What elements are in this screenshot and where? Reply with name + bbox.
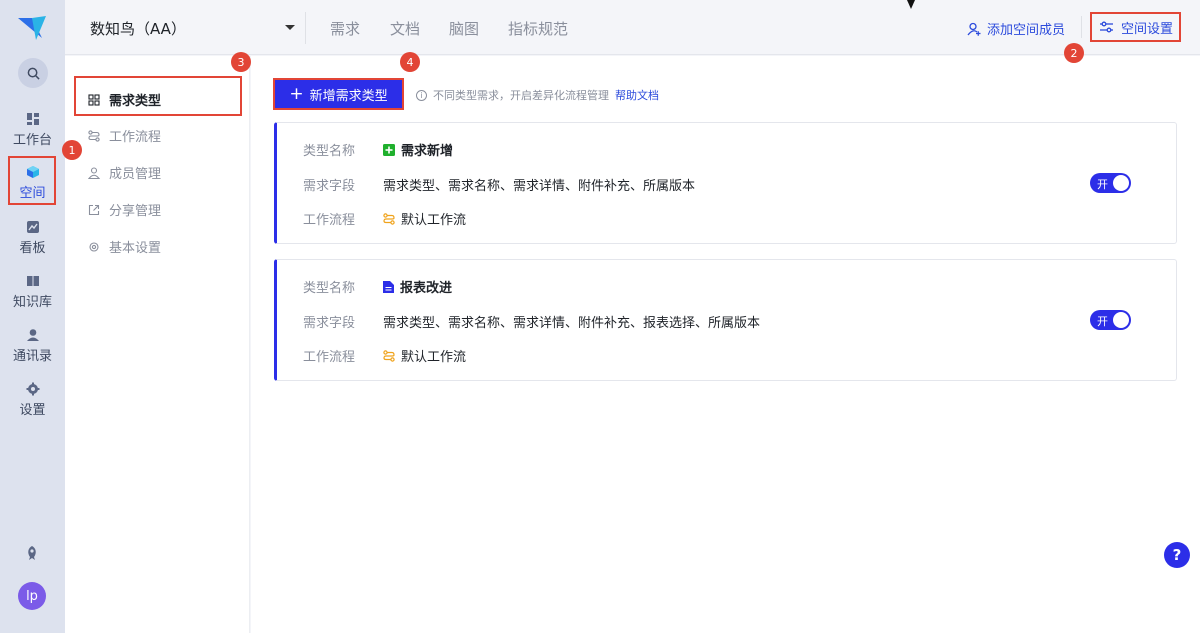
plus-icon: +	[289, 83, 304, 104]
search-icon	[27, 67, 40, 80]
annotation-badge: 2	[1064, 43, 1084, 63]
enable-toggle[interactable]: 开	[1090, 173, 1131, 193]
rail-item-label: 工作台	[12, 133, 52, 148]
menu-item-members[interactable]: 成员管理	[88, 163, 161, 182]
workflow-icon	[383, 212, 395, 225]
type-name-text: 需求新增	[401, 144, 454, 159]
space-settings-label: 空间设置	[1121, 21, 1174, 37]
toggle-knob	[1113, 312, 1129, 328]
enable-toggle[interactable]: 开	[1090, 310, 1131, 330]
top-bar: 数知鸟（AA） 需求 文档 脑图 指标规范 添加空间成员 空间设置	[65, 0, 1200, 55]
new-button-label: 新增需求类型	[309, 88, 388, 104]
user-icon	[88, 166, 100, 179]
field-label: 工作流程	[303, 213, 356, 228]
field-label: 工作流程	[303, 350, 356, 365]
grid-icon	[88, 93, 100, 106]
hint-label: 不同类型需求，开启差异化流程管理	[433, 89, 609, 102]
gear-icon	[26, 382, 39, 396]
info-icon: i	[416, 89, 427, 101]
chart-icon	[26, 221, 39, 233]
menu-item-requirement-types[interactable]: 需求类型	[88, 90, 161, 109]
workflow-text: 默认工作流	[401, 213, 467, 228]
field-label: 需求字段	[303, 316, 356, 331]
plus-square-icon	[383, 143, 395, 156]
rail-item-workbench[interactable]: 工作台	[0, 112, 65, 148]
annotation-badge: 3	[231, 52, 251, 72]
document-icon	[383, 280, 394, 293]
tab-mindmap[interactable]: 脑图	[449, 18, 479, 39]
space-selector[interactable]: 数知鸟（AA）	[90, 18, 186, 39]
space-settings-button[interactable]: 空间设置	[1090, 12, 1181, 42]
tab-docs[interactable]: 文档	[390, 18, 420, 39]
toggle-label: 开	[1097, 178, 1108, 191]
type-name: 报表改进	[383, 277, 452, 296]
help-button[interactable]: ?	[1164, 542, 1190, 568]
requirement-type-card[interactable]: 类型名称 需求新增 需求字段 需求类型、需求名称、需求详情、附件补充、所属版本 …	[274, 122, 1177, 244]
workflow-value: 默认工作流	[383, 209, 466, 228]
main-content: + 新增需求类型 i 不同类型需求，开启差异化流程管理 帮助文档 类型名称 需求…	[251, 56, 1200, 633]
toggle-knob	[1113, 175, 1129, 191]
rail-item-label: 知识库	[12, 295, 52, 310]
rail-item-label: 通讯录	[12, 349, 52, 364]
menu-item-basic-settings[interactable]: 基本设置	[88, 237, 161, 256]
caret-down-icon[interactable]	[285, 25, 295, 30]
requirement-fields: 需求类型、需求名称、需求详情、附件补充、所属版本	[383, 179, 696, 194]
mouse-cursor-icon	[907, 0, 915, 9]
type-name-text: 报表改进	[400, 281, 453, 296]
logo-icon	[18, 16, 46, 40]
rail-item-settings[interactable]: 设置	[0, 382, 65, 418]
rail-item-contacts[interactable]: 通讯录	[0, 328, 65, 364]
tab-requirements[interactable]: 需求	[330, 18, 360, 39]
new-requirement-type-button[interactable]: + 新增需求类型	[273, 78, 404, 110]
divider	[305, 12, 306, 44]
gear-icon	[89, 241, 99, 252]
search-button[interactable]	[18, 58, 48, 88]
settings-menu: 需求类型 工作流程 成员管理 分享管理 基本设置	[65, 56, 250, 633]
left-rail: 工作台 空间 看板 知识库 通讯录 设置 lp	[0, 0, 65, 633]
divider	[1081, 16, 1082, 38]
menu-item-label: 需求类型	[109, 94, 162, 109]
add-member-button[interactable]: 添加空间成员	[967, 19, 1065, 38]
field-label: 需求字段	[303, 179, 356, 194]
add-user-icon	[967, 22, 981, 36]
menu-item-sharing[interactable]: 分享管理	[88, 200, 161, 219]
sliders-icon	[1100, 21, 1113, 33]
requirement-fields: 需求类型、需求名称、需求详情、附件补充、报表选择、所属版本	[383, 316, 761, 331]
menu-item-label: 基本设置	[109, 241, 162, 256]
toggle-label: 开	[1097, 315, 1108, 328]
annotation-badge: 4	[400, 52, 420, 72]
menu-item-workflow[interactable]: 工作流程	[88, 126, 161, 145]
type-name: 需求新增	[383, 140, 453, 159]
workflow-icon	[88, 129, 100, 142]
rail-item-label: 看板	[19, 241, 46, 256]
rail-item-board[interactable]: 看板	[0, 220, 65, 256]
annotation-badge: 1	[62, 140, 82, 160]
tab-metric-spec[interactable]: 指标规范	[508, 18, 568, 39]
requirement-type-card[interactable]: 类型名称 报表改进 需求字段 需求类型、需求名称、需求详情、附件补充、报表选择、…	[274, 259, 1177, 381]
share-icon	[88, 204, 100, 215]
field-label: 类型名称	[303, 281, 356, 296]
menu-item-label: 分享管理	[109, 204, 162, 219]
field-label: 类型名称	[303, 144, 356, 159]
avatar[interactable]: lp	[18, 582, 46, 610]
add-member-label: 添加空间成员	[987, 23, 1066, 38]
help-doc-link[interactable]: 帮助文档	[615, 87, 659, 103]
hint-text: i 不同类型需求，开启差异化流程管理 帮助文档	[416, 87, 659, 103]
annotation-highlight-space	[8, 156, 56, 205]
rocket-icon[interactable]	[23, 544, 41, 562]
menu-item-label: 工作流程	[109, 130, 162, 145]
menu-item-label: 成员管理	[109, 167, 162, 182]
rail-item-label: 设置	[19, 403, 46, 418]
contacts-icon	[26, 329, 39, 341]
dashboard-icon	[26, 113, 39, 125]
workflow-text: 默认工作流	[401, 350, 467, 365]
book-icon	[26, 276, 39, 286]
workflow-icon	[383, 349, 395, 362]
rail-item-knowledge[interactable]: 知识库	[0, 274, 65, 310]
workflow-value: 默认工作流	[383, 346, 466, 365]
